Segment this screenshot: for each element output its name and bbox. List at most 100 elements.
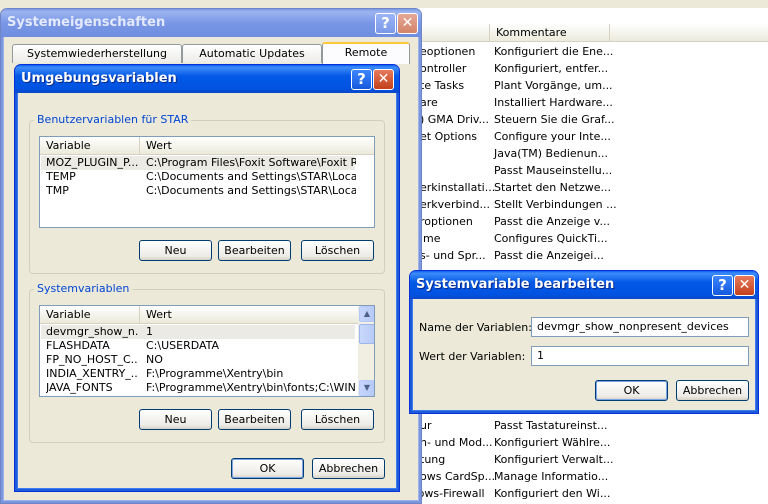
tab-automatic-updates[interactable]: Automatic Updates xyxy=(182,44,322,63)
close-button[interactable]: ✕ xyxy=(734,275,755,296)
system-edit-button[interactable]: Bearbeiten xyxy=(218,409,291,430)
table-row[interactable]: JAVA_FONTS F:\Programme\Xentry\bin\fonts… xyxy=(41,381,356,395)
title-bar[interactable]: Systemvariable bearbeiten xyxy=(410,271,758,299)
cell-variable: JAVA_FONTS xyxy=(46,381,113,394)
list-item-comment: Konfiguriert die Ene... xyxy=(494,45,614,58)
list-item-comment: Stellt Verbindungen ... xyxy=(494,198,617,211)
scroll-up-icon[interactable]: ▲ xyxy=(359,306,374,322)
cell-variable: FP_NO_HOST_C... xyxy=(46,353,138,366)
list-item[interactable]: s- und Spr... xyxy=(420,247,486,264)
variable-value-label: Wert der Variablen: xyxy=(419,350,526,363)
list-header: Variable Wert xyxy=(40,137,374,155)
ok-button[interactable]: OK xyxy=(231,458,304,479)
cell-value: F:\Programme\Xentry\bin xyxy=(146,367,284,380)
cell-value: C:\Documents and Settings\STAR\Local ... xyxy=(146,170,356,183)
cell-value: C:\Program Files\Foxit Software\Foxit R.… xyxy=(146,156,356,169)
user-delete-button[interactable]: Löschen xyxy=(301,240,374,261)
list-item[interactable]: erkinstallati... xyxy=(420,179,495,196)
cell-value: C:\Documents and Settings\STAR\Local ... xyxy=(146,184,356,197)
variable-name-label: Name der Variablen: xyxy=(419,321,532,334)
user-variables-list[interactable]: Variable Wert MOZ_PLUGIN_P... C:\Program… xyxy=(39,136,375,228)
table-row[interactable]: INDIA_XENTRY_... F:\Programme\Xentry\bin xyxy=(41,367,355,381)
window-top-strip xyxy=(360,0,768,8)
system-variables-list[interactable]: Variable Wert devmgr_show_n... 1 FLASHDA… xyxy=(39,305,375,397)
system-delete-button[interactable]: Löschen xyxy=(301,409,374,430)
column-value[interactable]: Wert xyxy=(140,137,374,155)
list-item-comment: Passt die Anzeigei... xyxy=(494,249,604,262)
list-item[interactable]: eoptionen xyxy=(420,43,475,60)
list-item[interactable]: ontroller xyxy=(420,60,466,77)
edit-ok-button[interactable]: OK xyxy=(595,380,668,401)
list-item[interactable]: ime xyxy=(420,230,441,247)
list-item[interactable]: tung xyxy=(420,451,445,468)
help-button[interactable]: ? xyxy=(375,13,396,34)
list-item[interactable]: te Tasks xyxy=(420,77,464,94)
help-button[interactable]: ? xyxy=(351,69,372,90)
list-item[interactable]: roptionen xyxy=(420,213,473,230)
vertical-scrollbar[interactable]: ▲ ▼ xyxy=(358,306,374,396)
close-button[interactable]: ✕ xyxy=(397,13,418,34)
list-item[interactable]: ows CardSp... xyxy=(420,468,495,485)
list-item-comment: Konfiguriert Verwalt... xyxy=(494,453,614,466)
title-bar[interactable]: Systemeigenschaften xyxy=(1,9,421,37)
system-variables-label: Systemvariablen xyxy=(34,282,133,295)
cell-variable: FLASHDATA xyxy=(46,339,110,352)
list-item-comment: Konfiguriert den Wi... xyxy=(494,487,611,500)
window-title: Systemeigenschaften xyxy=(7,15,166,30)
variable-name-field[interactable]: devmgr_show_nonpresent_devices xyxy=(531,317,749,337)
close-button[interactable]: ✕ xyxy=(373,69,394,90)
list-item-comment: Passt die Anzeige v... xyxy=(494,215,610,228)
list-item[interactable]: et Options xyxy=(420,128,477,145)
user-new-button[interactable]: Neu xyxy=(139,240,212,261)
list-item-comment: Configures QuickTi... xyxy=(494,232,608,245)
cell-variable: MOZ_PLUGIN_P... xyxy=(46,156,138,169)
cell-variable: TMP xyxy=(46,184,69,197)
scroll-thumb[interactable] xyxy=(359,324,374,344)
tab-remote[interactable]: Remote xyxy=(322,42,410,64)
dialog-title: Systemvariable bearbeiten xyxy=(416,277,615,292)
user-variables-label: Benutzervariablen für STAR xyxy=(34,113,192,126)
cancel-button[interactable]: Abbrechen xyxy=(312,458,385,479)
tab-system-restore[interactable]: Systemwiederherstellung xyxy=(12,44,182,63)
variable-value-field[interactable]: 1 xyxy=(531,346,749,366)
dialog-title: Umgebungsvariablen xyxy=(21,71,177,86)
cell-variable: TEMP xyxy=(46,170,76,183)
cell-value: C:\USERDATA xyxy=(146,339,220,352)
edit-cancel-button[interactable]: Abbrechen xyxy=(676,380,749,401)
list-item[interactable]: n- und Mod... xyxy=(420,434,493,451)
list-item[interactable]: are xyxy=(420,94,438,111)
list-item-comment: Installiert Hardware... xyxy=(494,96,613,109)
column-variable[interactable]: Variable xyxy=(40,137,140,155)
list-item-comment: Konfiguriert Wählre... xyxy=(494,436,611,449)
list-item-comment: Configure your Inte... xyxy=(494,130,611,143)
list-item-comment: Startet den Netzwe... xyxy=(494,181,612,194)
list-item[interactable]: ) GMA Driv... xyxy=(420,111,489,128)
table-row[interactable]: MOZ_PLUGIN_P... C:\Program Files\Foxit S… xyxy=(41,156,356,170)
scroll-down-icon[interactable]: ▼ xyxy=(359,380,374,396)
cell-value: NO xyxy=(146,353,163,366)
list-item-comment: Java(TM) Bedienun... xyxy=(494,147,609,160)
user-edit-button[interactable]: Bearbeiten xyxy=(218,240,291,261)
column-variable[interactable]: Variable xyxy=(40,306,140,324)
table-row[interactable]: TEMP C:\Documents and Settings\STAR\Loca… xyxy=(41,170,356,184)
list-item[interactable]: erkverbind... xyxy=(420,196,490,213)
list-item-comment: Passt Tastatureinst... xyxy=(494,419,608,432)
table-row[interactable]: devmgr_show_n... 1 xyxy=(41,325,355,339)
list-header: Variable Wert xyxy=(40,306,360,324)
table-row[interactable]: TMP C:\Documents and Settings\STAR\Local… xyxy=(41,184,356,198)
cell-variable: devmgr_show_n... xyxy=(46,325,138,338)
list-item-comment: Manage Informatio... xyxy=(494,470,609,483)
cell-value: F:\Programme\Xentry\bin\fonts;C:\WIN... xyxy=(146,381,356,394)
list-item-comment: Plant Vorgänge, um... xyxy=(494,79,613,92)
column-comments[interactable]: Kommentare xyxy=(490,24,610,42)
system-new-button[interactable]: Neu xyxy=(139,409,212,430)
column-value[interactable]: Wert xyxy=(140,306,360,324)
table-row[interactable]: FLASHDATA C:\USERDATA xyxy=(41,339,355,353)
list-item-comment: Passt Mauseinstellu... xyxy=(494,164,613,177)
table-row[interactable]: FP_NO_HOST_C... NO xyxy=(41,353,355,367)
list-item-comment: Steuern Sie die Graf... xyxy=(494,113,615,126)
cell-value: 1 xyxy=(146,325,153,338)
help-button[interactable]: ? xyxy=(712,275,733,296)
title-bar[interactable]: Umgebungsvariablen xyxy=(15,65,399,93)
cell-variable: INDIA_XENTRY_... xyxy=(46,367,138,380)
